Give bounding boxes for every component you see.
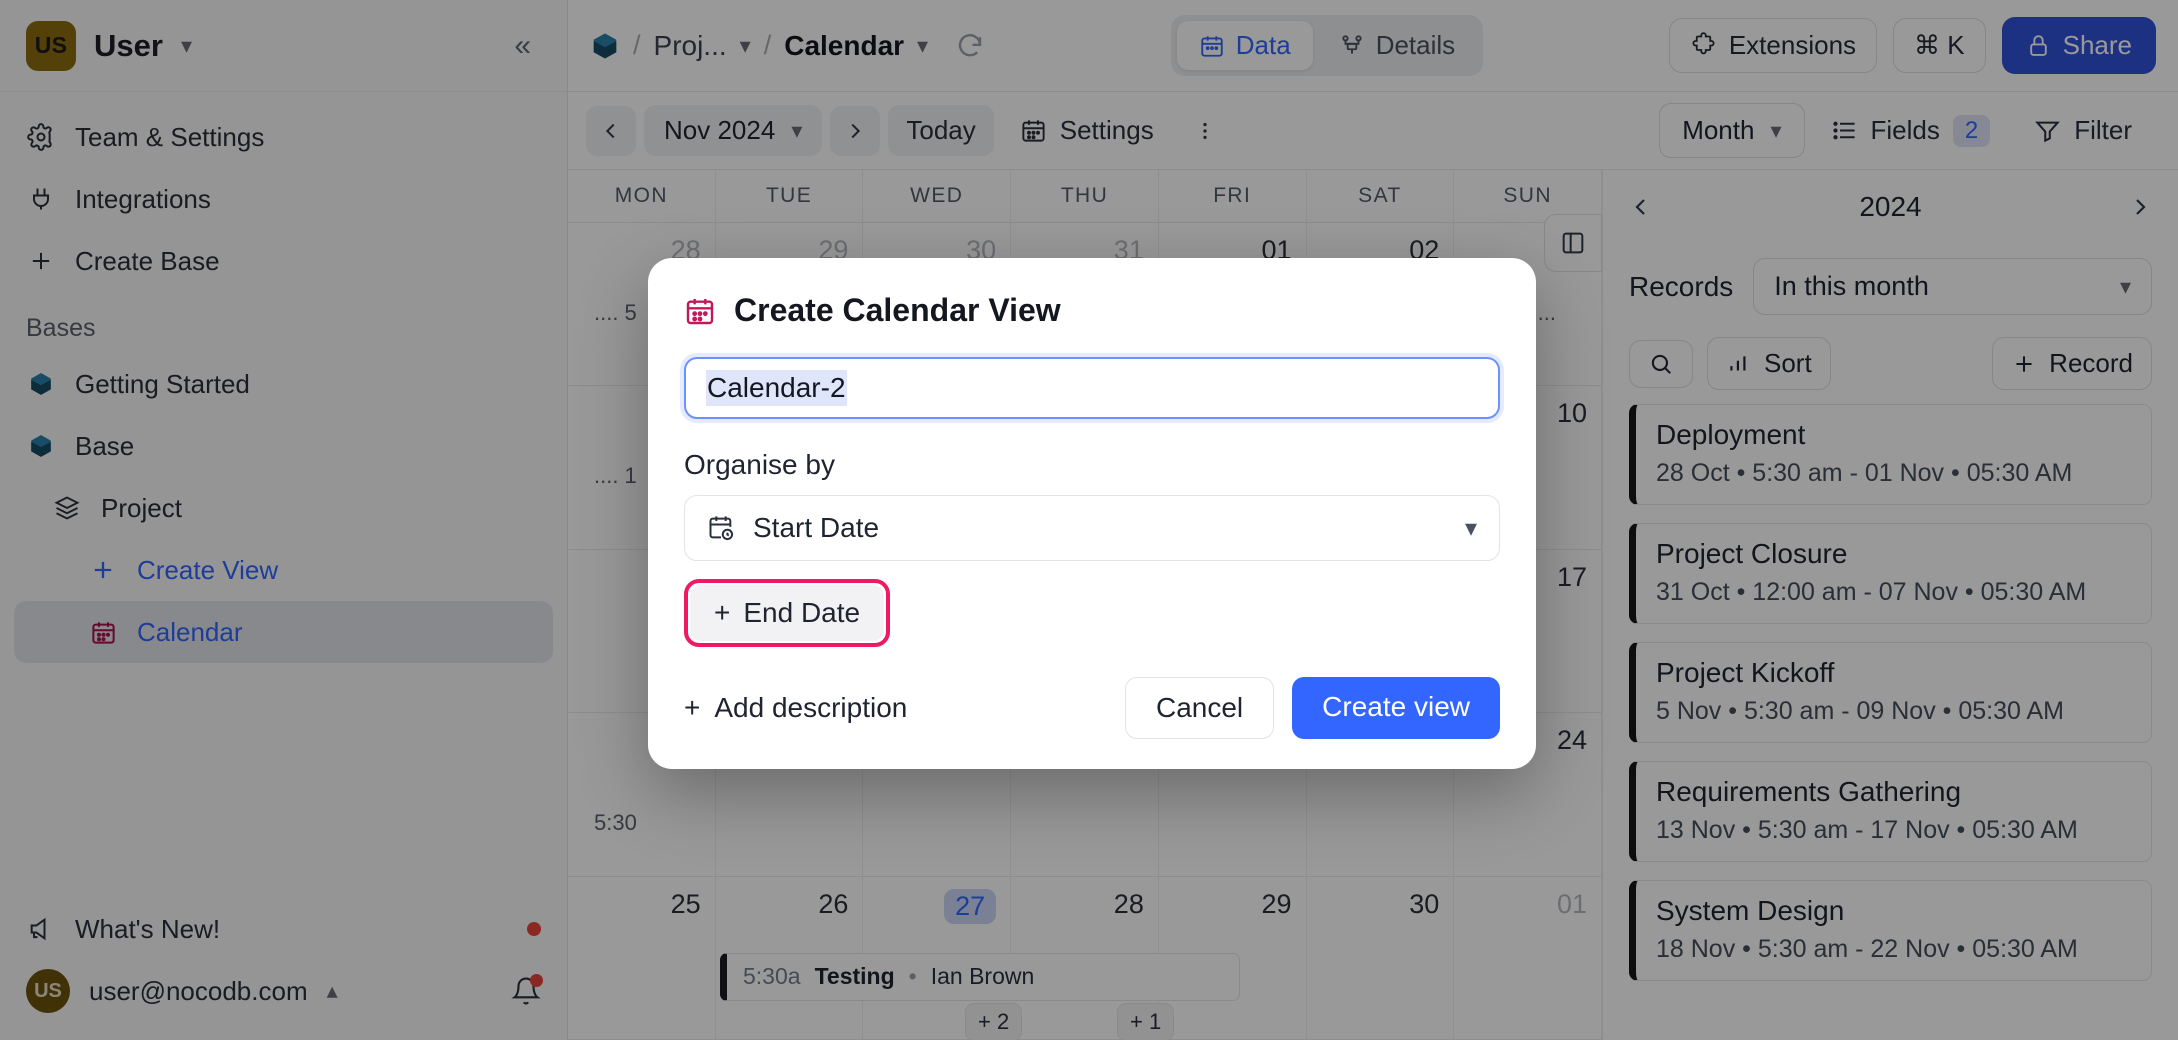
app-root: US User ▾ « Team & Settings Integrations: [0, 0, 2178, 1040]
view-name-input[interactable]: Calendar-2: [684, 357, 1500, 419]
plus-icon: +: [714, 597, 731, 628]
organise-by-field-value: Start Date: [753, 512, 880, 543]
calendar-clock-icon: [707, 514, 735, 542]
modal-actions: Cancel Create view: [1124, 677, 1500, 739]
create-view-button[interactable]: Create view: [1292, 677, 1500, 739]
create-calendar-view-modal: Create Calendar View Calendar-2 Organise…: [648, 258, 1536, 769]
end-date-highlight-ring: + End Date: [684, 579, 891, 647]
end-date-label: End Date: [743, 597, 861, 628]
calendar-icon: [684, 295, 716, 327]
organise-by-field-select[interactable]: Start Date ▾: [684, 495, 1500, 561]
modal-header: Create Calendar View: [684, 292, 1500, 329]
add-end-date-button[interactable]: + End Date: [690, 585, 885, 641]
add-description-label: Add description: [714, 692, 908, 723]
add-description-button[interactable]: + Add description: [684, 692, 907, 724]
cancel-button[interactable]: Cancel: [1124, 677, 1275, 739]
modal-title: Create Calendar View: [734, 292, 1061, 328]
plus-icon: +: [684, 692, 701, 723]
chevron-down-icon: ▾: [1464, 514, 1477, 542]
modal-footer: + Add description Cancel Create view: [684, 677, 1500, 739]
view-name-value: Calendar-2: [706, 370, 847, 406]
organise-by-label: Organise by: [684, 449, 835, 480]
